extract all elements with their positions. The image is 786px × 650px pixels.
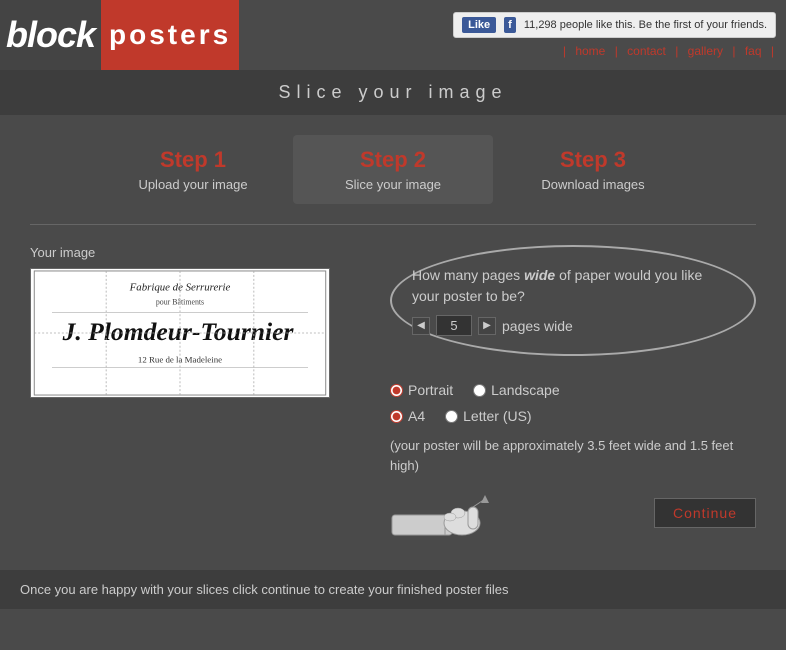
poster-size-text: (your poster will be approximately 3.5 f…	[390, 436, 756, 475]
fb-icon: f	[504, 17, 516, 33]
step-1: Step 1 Upload your image	[93, 135, 293, 204]
continue-button[interactable]: Continue	[654, 498, 756, 528]
left-panel: Your image Fabrique de Serrurerie pour B…	[30, 245, 370, 540]
bottom-bar: Once you are happy with your slices clic…	[0, 570, 786, 609]
step-1-label: Upload your image	[123, 177, 263, 192]
steps-bar: Step 1 Upload your image Step 2 Slice yo…	[0, 115, 786, 224]
logo-posters: posters	[101, 0, 239, 70]
pages-wide-question: How many pages wide of paper would you l…	[412, 265, 724, 307]
fb-count-text: 11,298 people like this. Be the first of…	[524, 19, 767, 31]
pointer-continue-row: Continue	[390, 485, 756, 540]
logo-block-text: block	[6, 14, 95, 56]
pages-decrement-button[interactable]: ◀	[412, 317, 430, 335]
letter-option[interactable]: Letter (US)	[445, 408, 531, 424]
right-panel: How many pages wide of paper would you l…	[390, 245, 756, 540]
logo-block: block	[0, 0, 101, 70]
letter-radio[interactable]	[445, 410, 458, 423]
svg-text:J. Plomdeur-Tournier: J. Plomdeur-Tournier	[62, 317, 295, 346]
orientation-radio-group: Portrait Landscape	[390, 382, 756, 398]
image-container: Fabrique de Serrurerie pour Bâtiments J.…	[30, 268, 330, 398]
header: block posters Like f 11,298 people like …	[0, 0, 786, 70]
header-right: Like f 11,298 people like this. Be the f…	[443, 7, 786, 63]
step-3-number: Step 3	[523, 147, 663, 173]
page-title: Slice your image	[0, 70, 786, 115]
vintage-poster-image: Fabrique de Serrurerie pour Bâtiments J.…	[31, 269, 329, 397]
step-2-number: Step 2	[323, 147, 463, 173]
hand-pointer-icon	[390, 485, 510, 540]
pages-increment-button[interactable]: ▶	[478, 317, 496, 335]
logo-area: block posters	[0, 0, 239, 70]
pages-unit-label: pages wide	[502, 318, 573, 334]
nav-gallery[interactable]: gallery	[688, 44, 723, 58]
landscape-radio[interactable]	[473, 384, 486, 397]
pages-input[interactable]	[436, 315, 472, 336]
letter-label: Letter (US)	[463, 408, 531, 424]
pages-input-row: ◀ ▶ pages wide	[412, 315, 724, 336]
your-image-label: Your image	[30, 245, 370, 260]
a4-radio[interactable]	[390, 410, 403, 423]
nav-links: | home | contact | gallery | faq |	[561, 44, 776, 58]
fb-like-box: Like f 11,298 people like this. Be the f…	[453, 12, 776, 38]
a4-label: A4	[408, 408, 425, 424]
a4-option[interactable]: A4	[390, 408, 425, 424]
step-3: Step 3 Download images	[493, 135, 693, 204]
step-2-label: Slice your image	[323, 177, 463, 192]
oval-container: How many pages wide of paper would you l…	[390, 245, 756, 356]
landscape-label: Landscape	[491, 382, 560, 398]
paper-size-group: A4 Letter (US)	[390, 408, 756, 424]
nav-contact[interactable]: contact	[627, 44, 666, 58]
portrait-radio[interactable]	[390, 384, 403, 397]
fb-like-button[interactable]: Like	[462, 17, 496, 33]
portrait-option[interactable]: Portrait	[390, 382, 453, 398]
nav-faq[interactable]: faq	[745, 44, 762, 58]
landscape-option[interactable]: Landscape	[473, 382, 560, 398]
step-2: Step 2 Slice your image	[293, 135, 493, 204]
svg-text:Fabrique de Serrurerie: Fabrique de Serrurerie	[129, 282, 231, 294]
step-1-number: Step 1	[123, 147, 263, 173]
bottom-bar-text: Once you are happy with your slices clic…	[20, 582, 508, 597]
portrait-label: Portrait	[408, 382, 453, 398]
logo-posters-text: posters	[109, 19, 231, 51]
step-3-label: Download images	[523, 177, 663, 192]
nav-home[interactable]: home	[575, 44, 605, 58]
main-content: Your image Fabrique de Serrurerie pour B…	[0, 225, 786, 560]
